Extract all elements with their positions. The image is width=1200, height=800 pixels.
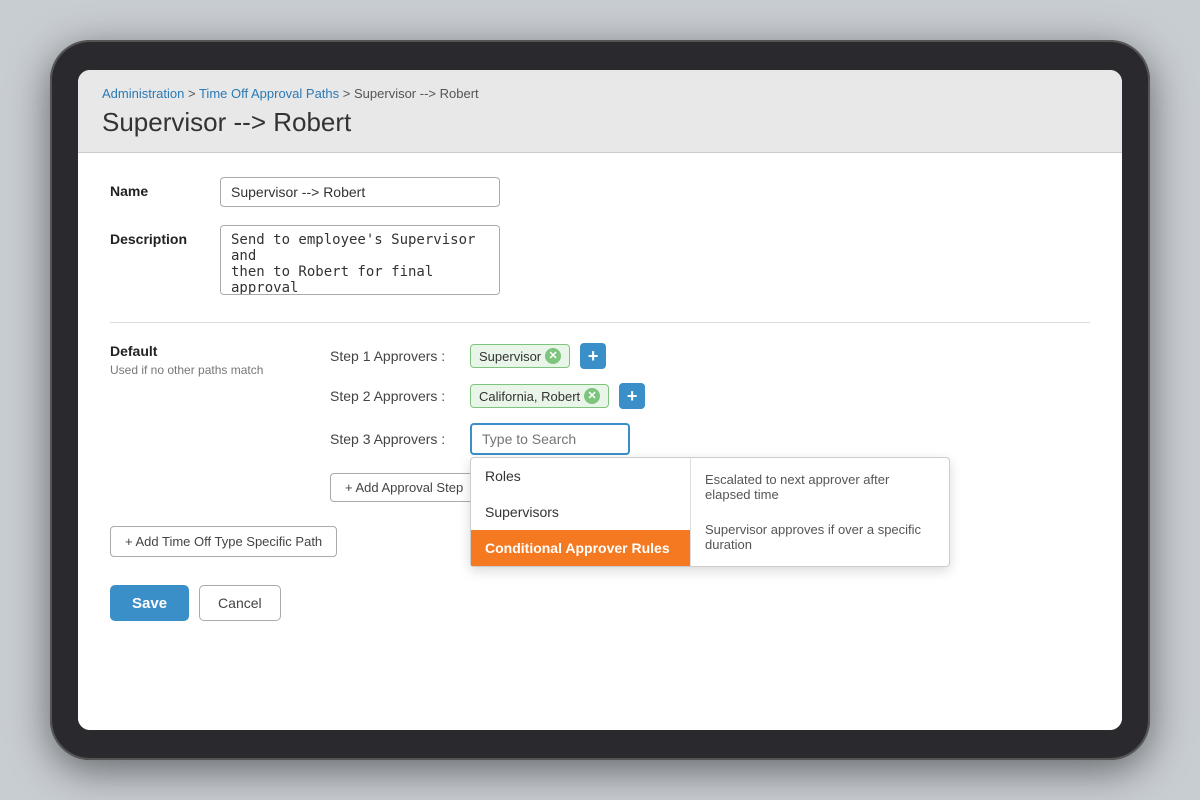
step1-remove-icon[interactable]: ✕: [545, 348, 561, 364]
cancel-button[interactable]: Cancel: [199, 585, 281, 621]
dropdown-right-item-1[interactable]: Escalated to next approver after elapsed…: [691, 462, 949, 512]
add-step-button[interactable]: + Add Approval Step: [330, 473, 478, 502]
step3-label: Step 3 Approvers :: [330, 431, 460, 447]
name-row: Name: [110, 177, 1090, 207]
breadcrumb-sep2: >: [343, 86, 354, 101]
page-header: Administration > Time Off Approval Paths…: [78, 70, 1122, 153]
breadcrumb-paths[interactable]: Time Off Approval Paths: [199, 86, 339, 101]
name-label: Name: [110, 177, 220, 199]
default-section: Default Used if no other paths match Ste…: [110, 343, 1090, 502]
approver-steps: Step 1 Approvers : Supervisor ✕ + Step 2…: [330, 343, 1090, 502]
name-input[interactable]: [220, 177, 500, 207]
name-input-wrapper: [220, 177, 500, 207]
step1-tag: Supervisor ✕: [470, 344, 570, 368]
step1-add-button[interactable]: +: [580, 343, 606, 369]
step2-add-button[interactable]: +: [619, 383, 645, 409]
step2-label: Step 2 Approvers :: [330, 388, 460, 404]
dropdown-item-conditional[interactable]: Conditional Approver Rules: [471, 530, 690, 566]
description-input[interactable]: Send to employee's Supervisor and then t…: [220, 225, 500, 295]
search-dropdown: Roles Supervisors Conditional Approver R…: [470, 457, 950, 567]
description-label: Description: [110, 225, 220, 247]
save-button[interactable]: Save: [110, 585, 189, 621]
step2-tag-label: California, Robert: [479, 389, 580, 404]
description-row: Description Send to employee's Superviso…: [110, 225, 1090, 298]
step3-search-input[interactable]: [470, 423, 630, 455]
dropdown-right: Escalated to next approver after elapsed…: [691, 458, 949, 566]
step2-remove-icon[interactable]: ✕: [584, 388, 600, 404]
dropdown-item-roles[interactable]: Roles: [471, 458, 690, 494]
breadcrumb-current: Supervisor --> Robert: [354, 86, 479, 101]
device-frame: Administration > Time Off Approval Paths…: [50, 40, 1150, 760]
default-title: Default: [110, 343, 290, 359]
breadcrumb: Administration > Time Off Approval Paths…: [102, 86, 1098, 101]
step1-label: Step 1 Approvers :: [330, 348, 460, 364]
divider: [110, 322, 1090, 323]
dropdown-right-item-2[interactable]: Supervisor approves if over a specific d…: [691, 512, 949, 562]
default-subtitle: Used if no other paths match: [110, 363, 290, 377]
description-input-wrapper: Send to employee's Supervisor and then t…: [220, 225, 500, 298]
step1-row: Step 1 Approvers : Supervisor ✕ +: [330, 343, 1090, 369]
action-row: Save Cancel: [110, 585, 1090, 621]
dropdown-left: Roles Supervisors Conditional Approver R…: [471, 458, 691, 566]
page-title: Supervisor --> Robert: [102, 107, 1098, 138]
content-area: Name Description Send to employee's Supe…: [78, 153, 1122, 730]
add-path-button[interactable]: + Add Time Off Type Specific Path: [110, 526, 337, 557]
screen: Administration > Time Off Approval Paths…: [78, 70, 1122, 730]
form-section: Name Description Send to employee's Supe…: [110, 177, 1090, 298]
step3-row: Step 3 Approvers : Roles Supervisors Con…: [330, 423, 1090, 455]
breadcrumb-sep1: >: [188, 86, 199, 101]
dropdown-item-supervisors[interactable]: Supervisors: [471, 494, 690, 530]
breadcrumb-admin[interactable]: Administration: [102, 86, 184, 101]
step3-search-wrapper: Roles Supervisors Conditional Approver R…: [470, 423, 630, 455]
default-label-col: Default Used if no other paths match: [110, 343, 290, 502]
step2-tag: California, Robert ✕: [470, 384, 609, 408]
step1-tag-label: Supervisor: [479, 349, 541, 364]
step2-row: Step 2 Approvers : California, Robert ✕ …: [330, 383, 1090, 409]
